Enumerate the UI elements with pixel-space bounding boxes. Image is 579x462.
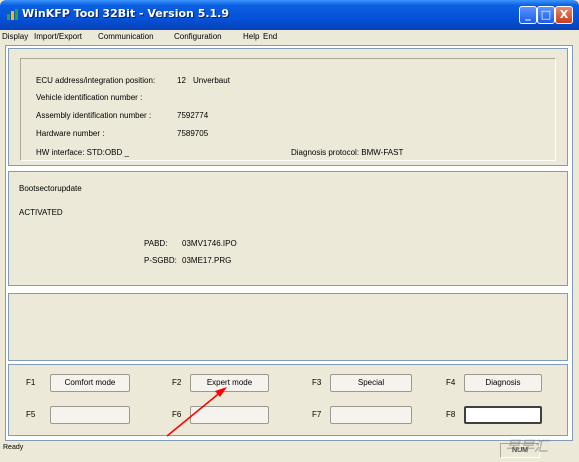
menu-end[interactable]: End (263, 32, 277, 41)
f7-key-label: F7 (312, 410, 322, 419)
ecu-info-frame: ECU address/integration position: 12 Unv… (20, 58, 556, 161)
f5-button[interactable] (50, 406, 130, 424)
status-bar: Ready NUM (0, 441, 579, 462)
ecu-address-value: 12 (177, 76, 186, 85)
comfort-mode-button[interactable]: Comfort mode (50, 374, 130, 392)
bootsector-title: Bootsectorupdate (19, 184, 82, 193)
hw-interface: HW interface: STD:OBD _ (36, 148, 129, 157)
maximize-button[interactable]: □ (537, 6, 555, 24)
bootsector-panel: Bootsectorupdate ACTIVATED PABD: 03MV174… (8, 171, 568, 286)
f8-button[interactable] (464, 406, 542, 424)
menu-display[interactable]: Display (2, 32, 28, 41)
app-icon (7, 9, 18, 20)
vin-label: Vehicle identification number : (36, 93, 143, 102)
f2-key-label: F2 (172, 378, 182, 387)
pabd-label: PABD: (144, 239, 168, 248)
psgbd-value: 03ME17.PRG (182, 256, 232, 265)
pabd-value: 03MV1746.IPO (182, 239, 237, 248)
minimize-button[interactable]: _ (519, 6, 537, 24)
f1-key-label: F1 (26, 378, 36, 387)
client-area: ECU address/integration position: 12 Unv… (5, 45, 573, 441)
f8-key-label: F8 (446, 410, 456, 419)
menu-configuration[interactable]: Configuration (174, 32, 222, 41)
f6-button[interactable] (190, 406, 269, 424)
window-title: WinKFP Tool 32Bit - Version 5.1.9 (22, 7, 230, 20)
diagnosis-protocol: Diagnosis protocol: BMW-FAST (291, 148, 404, 157)
psgbd-label: P-SGBD: (144, 256, 177, 265)
watermark-logo: 早早汇 (506, 439, 548, 455)
f3-key-label: F3 (312, 378, 322, 387)
bootsector-status: ACTIVATED (19, 208, 63, 217)
f7-button[interactable] (330, 406, 412, 424)
hardware-value: 7589705 (177, 129, 209, 138)
f5-key-label: F5 (26, 410, 36, 419)
menu-help[interactable]: Help (243, 32, 259, 41)
hardware-label: Hardware number : (36, 129, 105, 138)
f6-key-label: F6 (172, 410, 182, 419)
menu-import-export[interactable]: Import/Export (34, 32, 82, 41)
message-panel (8, 293, 568, 361)
ecu-address-label: ECU address/integration position: (36, 76, 156, 85)
diagnosis-button[interactable]: Diagnosis (464, 374, 542, 392)
assembly-value: 7592774 (177, 111, 209, 120)
title-bar[interactable]: WinKFP Tool 32Bit - Version 5.1.9 _ □ X (0, 0, 579, 30)
assembly-label: Assembly identification number : (36, 111, 152, 120)
ecu-info-panel: ECU address/integration position: 12 Unv… (8, 48, 568, 166)
f4-key-label: F4 (446, 378, 456, 387)
ecu-address-name: Unverbaut (193, 76, 230, 85)
status-text: Ready (3, 444, 24, 451)
app-window: WinKFP Tool 32Bit - Version 5.1.9 _ □ X … (0, 0, 579, 462)
menu-communication[interactable]: Communication (98, 32, 154, 41)
menu-bar: Display Import/Export Communication Conf… (0, 30, 579, 44)
special-button[interactable]: Special (330, 374, 412, 392)
function-keys-panel: F1 Comfort mode F2 Expert mode F3 Specia… (8, 364, 568, 436)
expert-mode-button[interactable]: Expert mode (190, 374, 269, 392)
close-button[interactable]: X (555, 6, 573, 24)
